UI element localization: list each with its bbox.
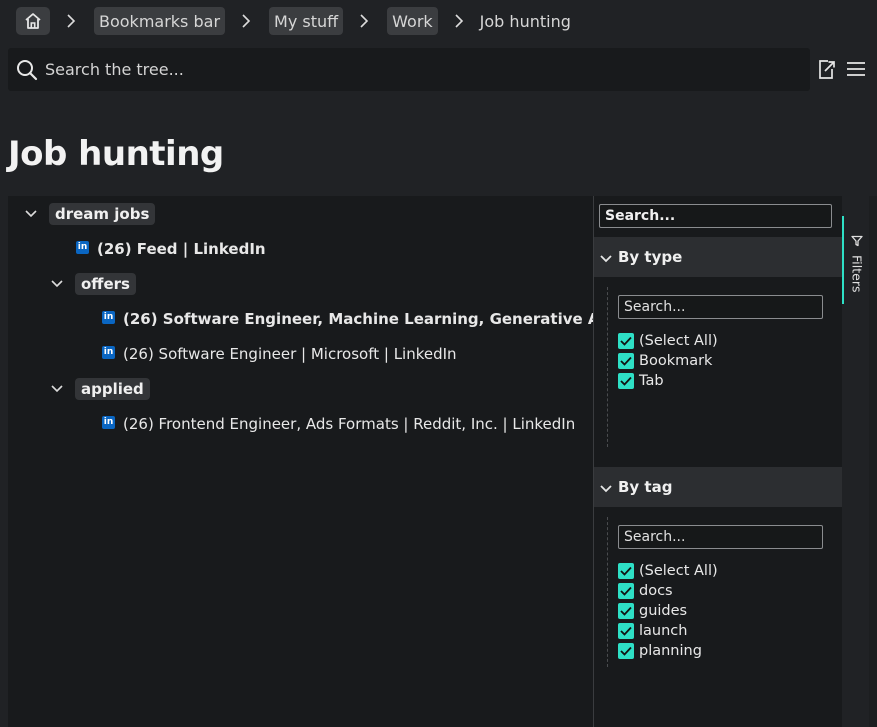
- breadcrumb-item-bookmarks-bar[interactable]: Bookmarks bar: [94, 7, 226, 35]
- checkbox-label: Tab: [639, 373, 664, 389]
- checkbox-label: docs: [639, 583, 673, 599]
- panel-edge: [869, 196, 877, 727]
- tag-search-input[interactable]: [618, 525, 823, 549]
- filters-side-tab[interactable]: Filters: [842, 196, 869, 727]
- linkedin-icon: in: [76, 240, 89, 254]
- page-title: Job hunting: [8, 134, 224, 174]
- link-title[interactable]: (26) Software Engineer, Machine Learning…: [123, 310, 671, 328]
- chevron-right-icon: [351, 7, 377, 35]
- folder-label[interactable]: offers: [75, 273, 136, 295]
- filter-icon: [851, 232, 863, 251]
- filter-panel: By type (Select All) Bookmark Tab By tag…: [593, 196, 842, 727]
- checkmark-icon[interactable]: [618, 623, 634, 639]
- checkbox-label: guides: [639, 603, 688, 619]
- type-search-input[interactable]: [618, 295, 823, 319]
- checkbox-tag-select-all[interactable]: (Select All): [618, 561, 718, 581]
- active-tab-indicator: [842, 216, 844, 304]
- checkmark-icon[interactable]: [618, 563, 634, 579]
- breadcrumb-item-work[interactable]: Work: [387, 7, 438, 35]
- folder-label[interactable]: applied: [75, 378, 150, 400]
- breadcrumb-item-my-stuff[interactable]: My stuff: [269, 7, 344, 35]
- filters-tab-label: Filters: [849, 255, 865, 293]
- bookmark-tree: dream jobs in (26) Feed | LinkedIn offer…: [8, 196, 671, 727]
- tree-link-applied-reddit[interactable]: in (26) Frontend Engineer, Ads Formats |…: [102, 411, 575, 437]
- tree-folder-dream-jobs[interactable]: dream jobs: [18, 201, 156, 227]
- checkmark-icon[interactable]: [618, 643, 634, 659]
- linkedin-icon: in: [102, 345, 115, 359]
- checkmark-icon[interactable]: [618, 603, 634, 619]
- section-title: By type: [618, 248, 683, 266]
- checkbox-tag-planning[interactable]: planning: [618, 641, 702, 661]
- chevron-down-icon[interactable]: [44, 376, 70, 402]
- tree-link-offer-google[interactable]: in (26) Software Engineer, Machine Learn…: [102, 306, 671, 332]
- breadcrumb: Bookmarks bar My stuff Work Job hunting: [16, 7, 571, 35]
- checkbox-tag-guides[interactable]: guides: [618, 601, 687, 621]
- chevron-down-icon[interactable]: [44, 271, 70, 297]
- tree-search-bar: [8, 48, 810, 91]
- checkmark-icon[interactable]: [618, 583, 634, 599]
- tree-link-feed[interactable]: in (26) Feed | LinkedIn: [76, 236, 266, 262]
- search-icon: [10, 59, 44, 81]
- tree-link-offer-microsoft[interactable]: in (26) Software Engineer | Microsoft | …: [102, 341, 457, 367]
- linkedin-icon: in: [102, 415, 115, 429]
- chevron-down-icon[interactable]: [18, 201, 44, 227]
- checkmark-icon[interactable]: [618, 353, 634, 369]
- filter-section-by-type: (Select All) Bookmark Tab: [607, 287, 837, 447]
- breadcrumb-current: Job hunting: [479, 11, 571, 31]
- checkbox-label: (Select All): [639, 333, 718, 349]
- section-title: By tag: [618, 478, 673, 496]
- checkbox-label: Bookmark: [639, 353, 713, 369]
- chevron-right-icon: [58, 7, 84, 35]
- hamburger-menu-icon[interactable]: [846, 60, 866, 82]
- export-icon[interactable]: [816, 58, 838, 84]
- checkbox-type-tab[interactable]: Tab: [618, 371, 664, 391]
- top-actions: [812, 56, 870, 86]
- tree-search-input[interactable]: [44, 48, 810, 91]
- checkbox-label: planning: [639, 643, 702, 659]
- checkmark-icon[interactable]: [618, 333, 634, 349]
- filter-section-by-type-header[interactable]: By type: [594, 237, 842, 277]
- checkbox-type-bookmark[interactable]: Bookmark: [618, 351, 712, 371]
- checkbox-label: (Select All): [639, 563, 718, 579]
- checkmark-icon[interactable]: [618, 373, 634, 389]
- linkedin-icon: in: [102, 310, 115, 324]
- tree-folder-offers[interactable]: offers: [44, 271, 136, 297]
- chevron-down-icon[interactable]: [600, 248, 612, 267]
- chevron-right-icon: [233, 7, 259, 35]
- link-title[interactable]: (26) Frontend Engineer, Ads Formats | Re…: [123, 415, 575, 433]
- link-title[interactable]: (26) Feed | LinkedIn: [97, 240, 266, 258]
- checkbox-tag-docs[interactable]: docs: [618, 581, 673, 601]
- home-icon: [25, 13, 41, 29]
- chevron-right-icon: [446, 7, 472, 35]
- home-button[interactable]: [16, 7, 50, 35]
- checkbox-tag-launch[interactable]: launch: [618, 621, 687, 641]
- link-title[interactable]: (26) Software Engineer | Microsoft | Lin…: [123, 345, 457, 363]
- filter-search-input[interactable]: [599, 204, 832, 228]
- tree-folder-applied[interactable]: applied: [44, 376, 150, 402]
- filter-section-by-tag-header[interactable]: By tag: [594, 467, 842, 507]
- checkbox-type-select-all[interactable]: (Select All): [618, 331, 718, 351]
- chevron-down-icon[interactable]: [600, 478, 612, 497]
- folder-label[interactable]: dream jobs: [49, 203, 156, 225]
- filters-tab-button[interactable]: Filters: [848, 232, 866, 292]
- checkbox-label: launch: [639, 623, 688, 639]
- filter-section-by-tag: (Select All) docs guides launch planning: [607, 517, 837, 667]
